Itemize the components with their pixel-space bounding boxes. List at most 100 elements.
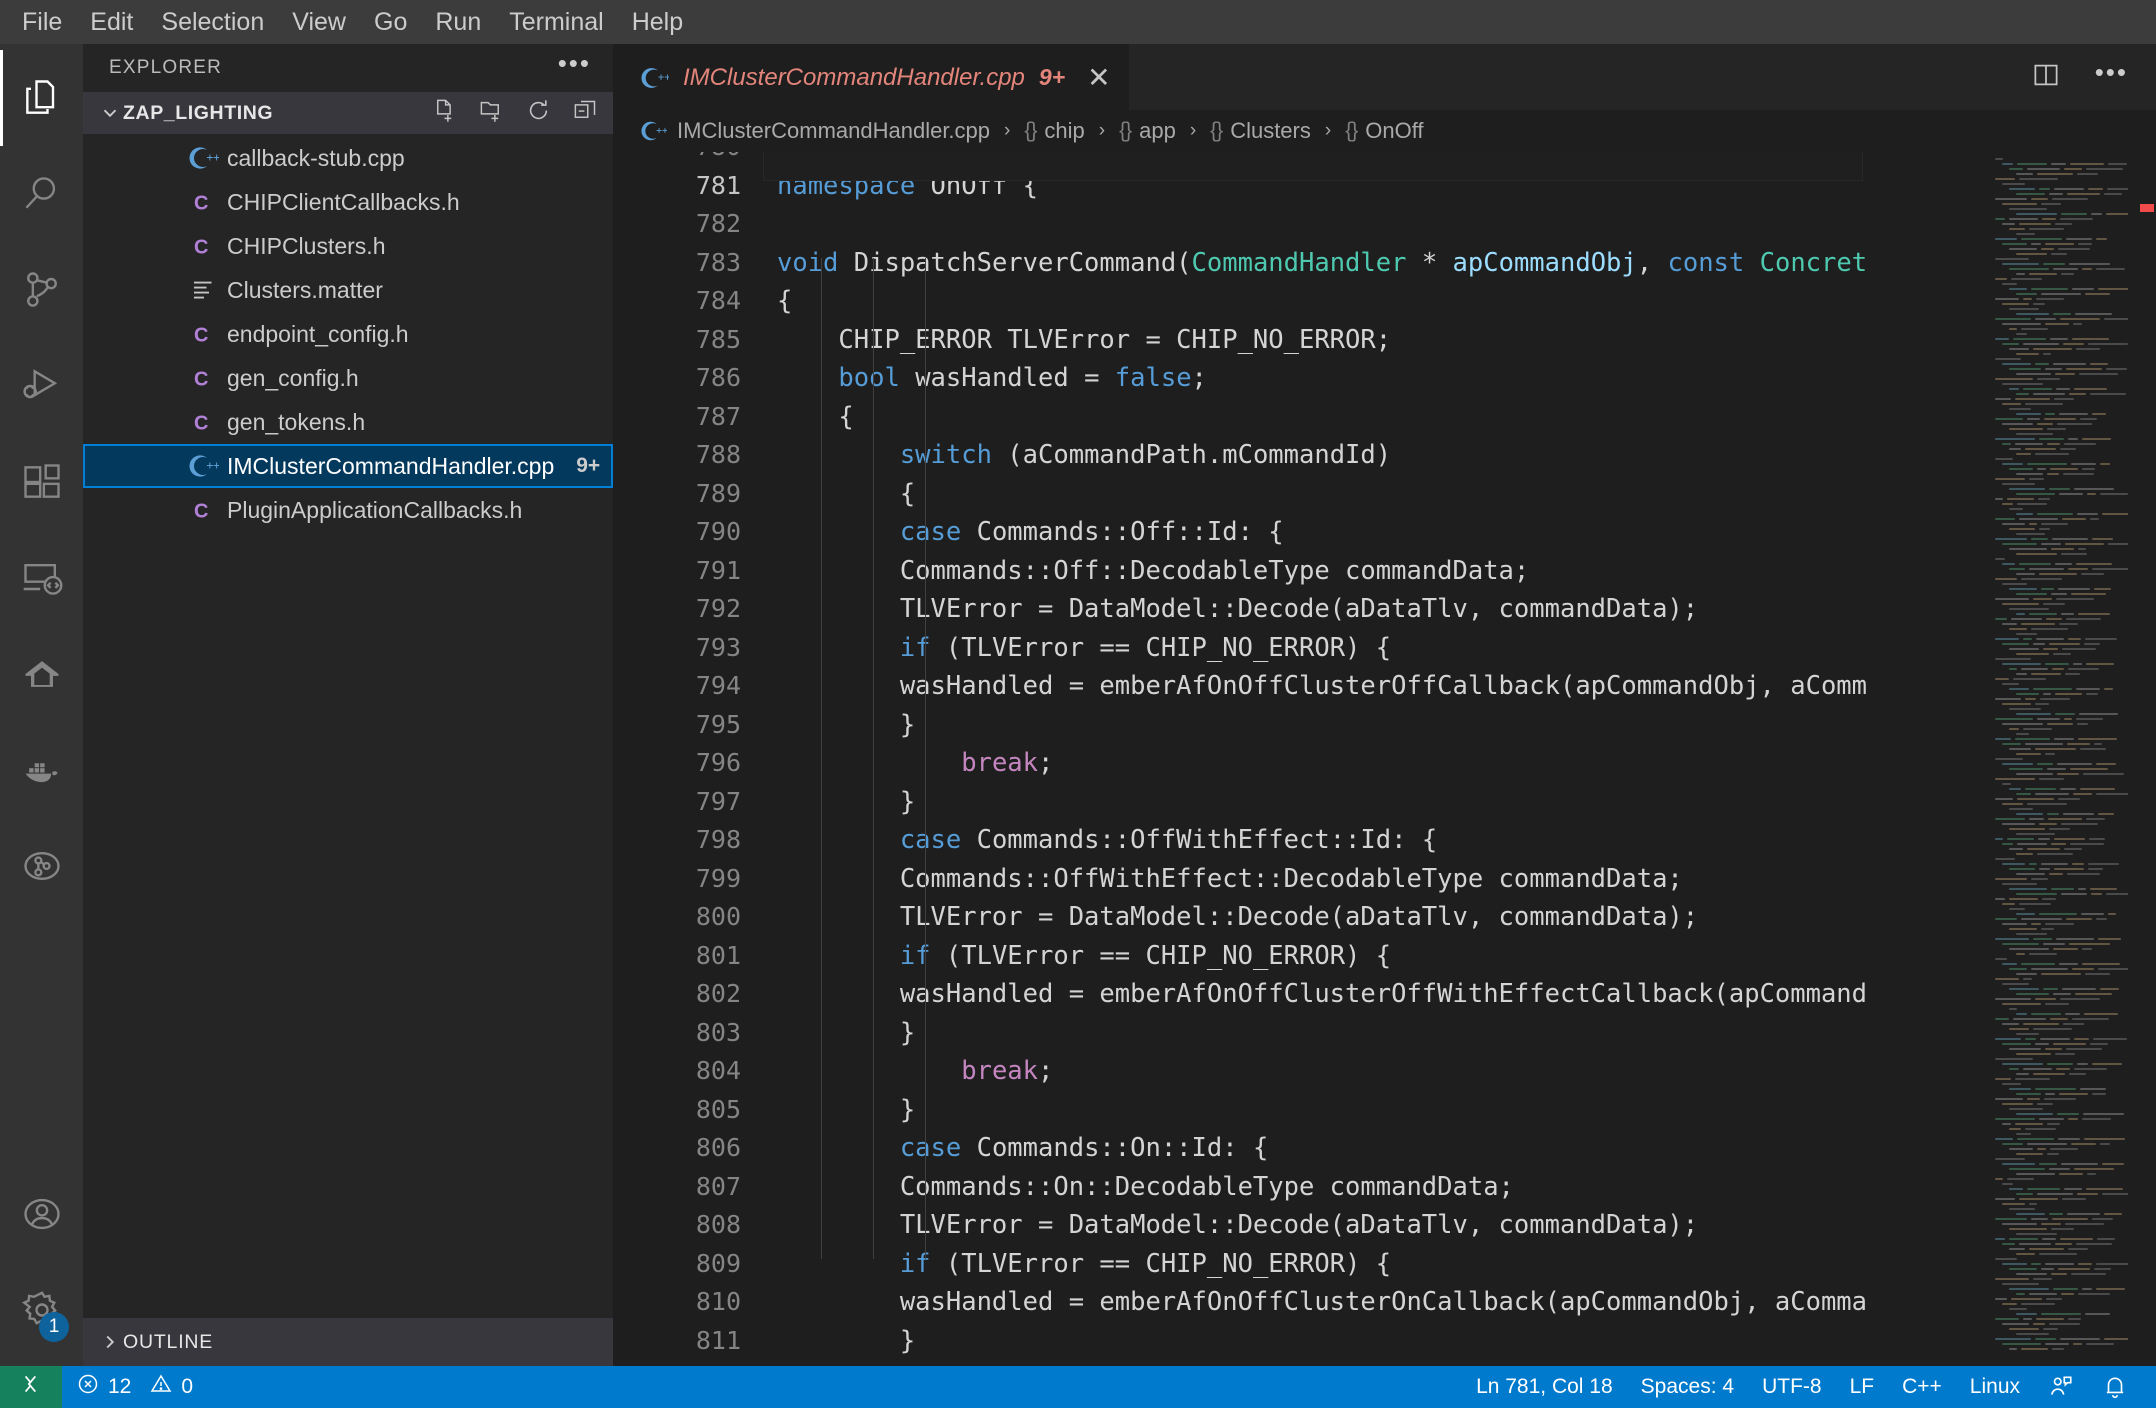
breadcrumb-item-clusters[interactable]: {} Clusters (1210, 118, 1311, 144)
activity-gitlens[interactable] (0, 818, 83, 914)
remote-indicator[interactable] (0, 1366, 62, 1408)
close-icon[interactable]: ✕ (1087, 63, 1110, 92)
refresh-icon[interactable] (525, 97, 552, 129)
file-item-gen-tokens-h[interactable]: Cgen_tokens.h (83, 400, 613, 444)
menu-selection[interactable]: Selection (147, 5, 278, 39)
breadcrumb-item-app[interactable]: {} app (1119, 118, 1176, 144)
code-line[interactable]: } (777, 706, 1988, 745)
menu-terminal[interactable]: Terminal (495, 5, 617, 39)
folder-root-row[interactable]: ZAP_LIGHTING (83, 92, 613, 134)
menu-run[interactable]: Run (421, 5, 495, 39)
file-item-chipclientcallbacks-h[interactable]: C CHIPClientCallbacks.h (83, 180, 613, 224)
file-item-chipclusters-h[interactable]: C CHIPClusters.h (83, 224, 613, 268)
code-line[interactable]: TLVError = DataModel::Decode(aDataTlv, c… (777, 898, 1988, 937)
code-line[interactable]: TLVError = DataModel::Decode(aDataTlv, c… (777, 590, 1988, 629)
activity-home[interactable] (0, 626, 83, 722)
menu-bar: File Edit Selection View Go Run Terminal Help (0, 0, 2156, 44)
code-line[interactable]: bool wasHandled = false; (777, 359, 1988, 398)
code-line[interactable]: CHIP_ERROR TLVError = CHIP_NO_ERROR; (777, 321, 1988, 360)
status-language-mode[interactable]: C++ (1888, 1366, 1956, 1408)
new-file-icon[interactable] (431, 97, 458, 129)
code-line[interactable]: case Commands::Off::Id: { (777, 513, 1988, 552)
file-item-pluginapplicationcallbacks-h[interactable]: C PluginApplicationCallbacks.h (83, 488, 613, 532)
code-line[interactable]: void DispatchServerCommand(CommandHandle… (777, 244, 1988, 283)
code-line[interactable]: } (777, 1322, 1988, 1361)
code-line[interactable]: break; (777, 744, 1988, 783)
new-folder-icon[interactable] (478, 97, 505, 129)
code-line[interactable]: if (TLVError == CHIP_NO_ERROR) { (777, 937, 1988, 976)
activity-run-debug[interactable] (0, 338, 83, 434)
collapse-all-icon[interactable] (572, 97, 599, 129)
code-line[interactable]: Commands::On::DecodableType commandData; (777, 1168, 1988, 1207)
code-line[interactable]: break; (777, 1052, 1988, 1091)
tab-imclustercommandhandler[interactable]: ++ IMClusterCommandHandler.cpp 9+ ✕ (613, 44, 1129, 110)
status-indentation[interactable]: Spaces: 4 (1627, 1366, 1748, 1408)
code-line[interactable]: case Commands::OffWithEffect::Id: { (777, 821, 1988, 860)
overview-ruler[interactable] (2128, 152, 2156, 1366)
activity-manage-settings[interactable]: 1 (0, 1262, 83, 1358)
status-eol[interactable]: LF (1836, 1366, 1889, 1408)
outline-section-header[interactable]: OUTLINE (83, 1318, 613, 1366)
code-line[interactable]: switch (aCommandPath.mCommandId) (777, 436, 1988, 475)
code-line[interactable] (777, 152, 1988, 167)
problems-status[interactable]: 12 0 (62, 1366, 207, 1408)
file-item-imclustercommandhandler-cpp[interactable]: ++ IMClusterCommandHandler.cpp 9+ (83, 444, 613, 488)
activity-docker[interactable] (0, 722, 83, 818)
menu-help[interactable]: Help (618, 5, 697, 39)
code-line[interactable]: Commands::Off::DecodableType commandData… (777, 552, 1988, 591)
status-encoding[interactable]: UTF-8 (1748, 1366, 1836, 1408)
code-line[interactable]: if (TLVError == CHIP_NO_ERROR) { (777, 629, 1988, 668)
editor-more-actions[interactable]: ••• (2095, 59, 2128, 87)
code-line[interactable] (777, 205, 1988, 244)
code-line[interactable]: if (TLVError == CHIP_NO_ERROR) { (777, 1245, 1988, 1284)
file-item-gen-config-h[interactable]: Cgen_config.h (83, 356, 613, 400)
minimap-line (2002, 163, 2013, 165)
breadcrumb-item-chip[interactable]: {} chip (1024, 118, 1084, 144)
minimap[interactable] (1988, 152, 2128, 1366)
menu-edit[interactable]: Edit (76, 5, 147, 39)
file-item-clusters-matter[interactable]: Clusters.matter (83, 268, 613, 312)
breadcrumb-item-onoff[interactable]: {} OnOff (1345, 118, 1423, 144)
menu-view[interactable]: View (278, 5, 360, 39)
minimap-line (2083, 1113, 2124, 1115)
code-line[interactable]: wasHandled = emberAfOnOffClusterOffWithE… (777, 975, 1988, 1014)
code-line[interactable]: namespace OnOff { (777, 167, 1988, 206)
code-line[interactable]: { (777, 282, 1988, 321)
code-line[interactable]: case Commands::On::Id: { (777, 1129, 1988, 1168)
activity-search[interactable] (0, 146, 83, 242)
code-line[interactable]: { (777, 398, 1988, 437)
code-editor[interactable]: 780 781 782 783 784 785 786 787 788 789 790 791 792 7… (613, 152, 2156, 1366)
code-line[interactable]: Commands::OffWithEffect::DecodableType c… (777, 860, 1988, 899)
code-line[interactable]: { (777, 475, 1988, 514)
minimap-line (2009, 608, 2049, 610)
activity-explorer[interactable] (0, 50, 83, 146)
minimap-line (2023, 388, 2052, 390)
code-line[interactable]: TLVError = DataModel::Decode(aDataTlv, c… (777, 1206, 1988, 1245)
activity-accounts[interactable] (0, 1166, 83, 1262)
code-line[interactable]: } (777, 1014, 1988, 1053)
activity-extensions[interactable] (0, 434, 83, 530)
file-item-endpoint-config-h[interactable]: Cendpoint_config.h (83, 312, 613, 356)
feedback-icon[interactable] (2034, 1366, 2088, 1408)
breadcrumb-item-imclustercommandhandler-cpp[interactable]: ++ IMClusterCommandHandler.cpp (641, 118, 990, 144)
file-item-callback-stub-cpp[interactable]: ++ callback-stub.cpp (83, 136, 613, 180)
minimap-line (2045, 1093, 2055, 1095)
activity-source-control[interactable] (0, 242, 83, 338)
code-line[interactable]: wasHandled = emberAfOnOffClusterOffCallb… (777, 667, 1988, 706)
status-line-column[interactable]: Ln 781, Col 18 (1462, 1366, 1627, 1408)
minimap-line (2002, 383, 2043, 385)
bell-icon[interactable] (2088, 1366, 2142, 1408)
status-platform[interactable]: Linux (1956, 1366, 2034, 1408)
code-content[interactable]: namespace OnOff { void DispatchServerComm… (763, 152, 1988, 1366)
menu-file[interactable]: File (8, 5, 76, 39)
code-line[interactable]: } (777, 783, 1988, 822)
code-line[interactable]: wasHandled = emberAfOnOffClusterOnCallba… (777, 1283, 1988, 1322)
minimap-line (2049, 193, 2063, 195)
explorer-more-actions[interactable]: ••• (558, 50, 591, 78)
code-line[interactable]: } (777, 1091, 1988, 1130)
minimap-line (2016, 1073, 2029, 1075)
minimap-line (1995, 878, 2027, 880)
split-editor-icon[interactable] (2031, 60, 2061, 95)
menu-go[interactable]: Go (360, 5, 421, 39)
activity-remote-explorer[interactable] (0, 530, 83, 626)
